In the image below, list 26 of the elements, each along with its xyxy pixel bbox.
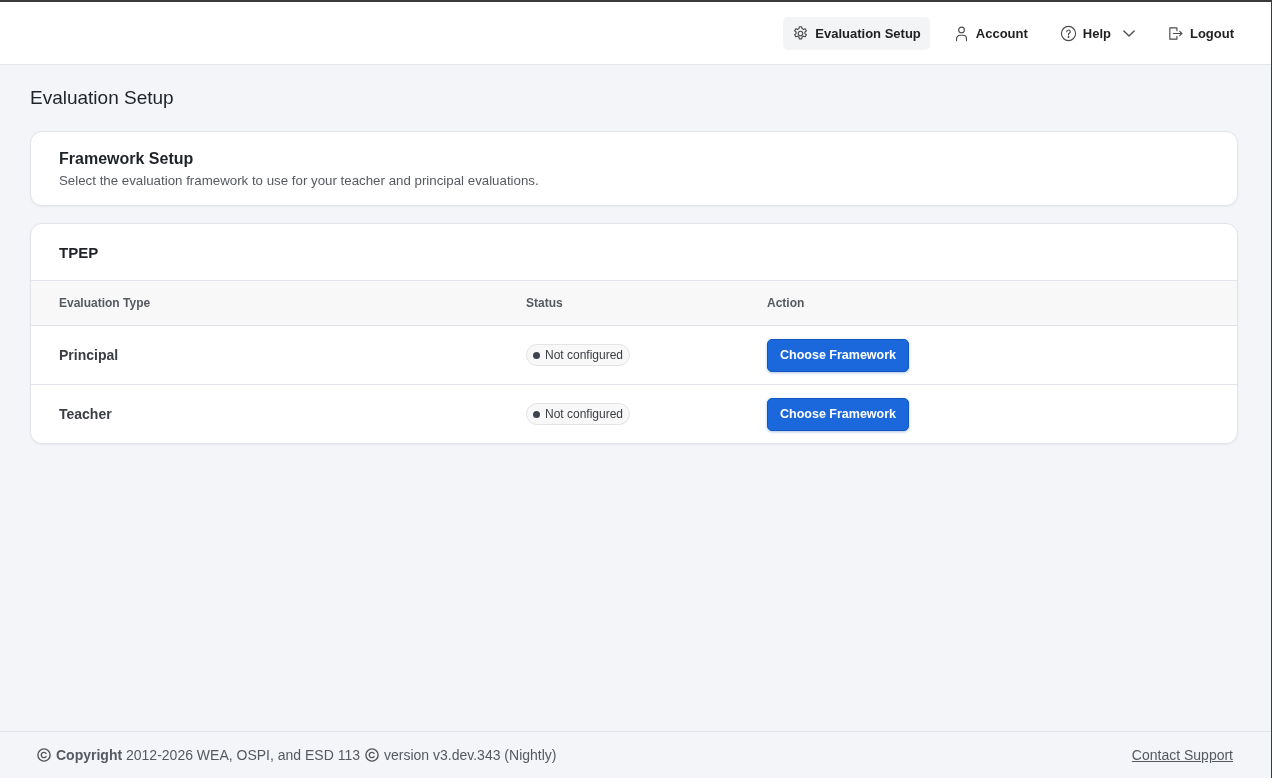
copyright-icon: [37, 748, 51, 762]
evaluation-type-cell-text: Teacher: [58, 406, 113, 422]
copyright-icon: [365, 748, 379, 762]
gear-icon: [792, 24, 810, 42]
choose-framework-button[interactable]: Choose Framework: [767, 397, 909, 431]
status-badge: Not configured: [526, 403, 631, 425]
status-dot-icon: [533, 410, 540, 418]
column-header: Evaluation Type: [58, 296, 152, 310]
column-header: Action: [767, 296, 806, 310]
contact-support-link[interactable]: Contact Support: [1131, 747, 1233, 763]
status-dot-icon: [533, 351, 540, 359]
nav-link[interactable]: Help: [1050, 16, 1144, 50]
column-header: Status: [526, 296, 564, 310]
nav-link[interactable]: Logout: [1157, 16, 1243, 50]
version-text: version v3.dev.343 (Nightly): [384, 747, 557, 763]
logout-icon: [1166, 24, 1184, 42]
choose-framework-button[interactable]: Choose Framework: [767, 338, 909, 372]
status-badge: Not configured: [526, 344, 631, 366]
help-icon: [1059, 24, 1077, 42]
card-description: Select the evaluation framework to use for your teacher and principal evaluations.: [59, 172, 540, 189]
evaluation-type-cell-text: Principal: [58, 347, 120, 363]
copyright-text: Copyright 2012-2026 WEA, OSPI, and ESD 113: [56, 747, 360, 763]
card-title: Framework Setup: [59, 149, 195, 169]
page-title: Evaluation Setup: [30, 86, 175, 110]
nav-link[interactable]: Account: [943, 16, 1037, 50]
nav-link[interactable]: Evaluation Setup: [783, 16, 930, 50]
